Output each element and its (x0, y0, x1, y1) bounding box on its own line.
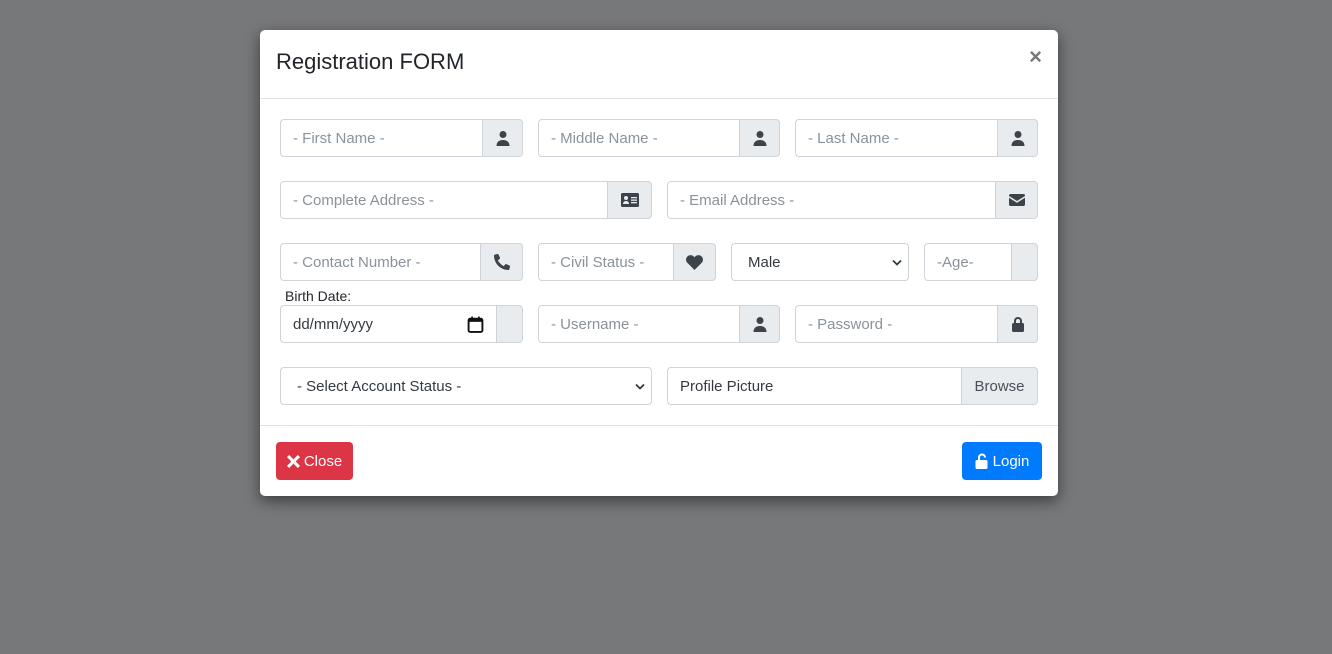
address-card-icon (608, 181, 652, 219)
email-group: - Email Address - (667, 181, 1038, 219)
envelope-icon (996, 181, 1038, 219)
password-input[interactable]: - Password - (795, 305, 998, 343)
last-name-input[interactable]: - Last Name - (795, 119, 998, 157)
contact-group: - Contact Number - (280, 243, 523, 281)
birth-date-group: dd/mm/yyyy (280, 305, 523, 343)
user-icon (998, 119, 1038, 157)
gender-select[interactable]: Male (731, 243, 909, 281)
last-name-group: - Last Name - (795, 119, 1038, 157)
civil-status-group: - Civil Status - (538, 243, 716, 281)
modal-title: Registration FORM (276, 49, 465, 74)
modal-body: - First Name - - Middle Name - - Last Na… (260, 99, 1058, 425)
registration-modal: Registration FORM × - First Name - - Mid… (260, 30, 1058, 496)
first-name-group: - First Name - (280, 119, 523, 157)
modal-header: Registration FORM × (260, 30, 1058, 99)
username-input[interactable]: - Username - (538, 305, 740, 343)
user-icon (740, 305, 780, 343)
address-input[interactable]: - Complete Address - (280, 181, 608, 219)
email-input[interactable]: - Email Address - (667, 181, 996, 219)
profile-picture-group[interactable]: Profile Picture Browse (667, 367, 1038, 405)
chevron-down-icon (635, 383, 645, 390)
birth-date-label: Birth Date: (285, 288, 352, 304)
profile-picture-input[interactable]: Profile Picture (667, 367, 962, 405)
user-icon (483, 119, 523, 157)
age-input[interactable]: -Age- (924, 243, 1012, 281)
user-icon (740, 119, 780, 157)
calendar-icon[interactable] (467, 316, 484, 333)
heart-icon (674, 243, 716, 281)
login-button-label: Login (992, 452, 1030, 470)
gender-value: Male (748, 253, 781, 271)
modal-footer: Close Login (260, 425, 1058, 497)
password-group: - Password - (795, 305, 1038, 343)
lock-icon (998, 305, 1038, 343)
close-button[interactable]: Close (276, 442, 353, 480)
middle-name-group: - Middle Name - (538, 119, 780, 157)
contact-input[interactable]: - Contact Number - (280, 243, 481, 281)
times-icon (286, 454, 300, 468)
birth-date-addon (497, 305, 523, 343)
login-button[interactable]: Login (962, 442, 1042, 480)
birth-date-input[interactable]: dd/mm/yyyy (280, 305, 497, 343)
phone-icon (481, 243, 523, 281)
civil-status-input[interactable]: - Civil Status - (538, 243, 674, 281)
chevron-down-icon (892, 259, 902, 266)
first-name-input[interactable]: - First Name - (280, 119, 483, 157)
close-icon[interactable]: × (1029, 46, 1042, 68)
address-group: - Complete Address - (280, 181, 652, 219)
age-group: -Age- (924, 243, 1038, 281)
close-button-label: Close (303, 452, 343, 470)
username-group: - Username - (538, 305, 780, 343)
browse-button[interactable]: Browse (962, 367, 1038, 405)
age-addon (1012, 243, 1038, 281)
middle-name-input[interactable]: - Middle Name - (538, 119, 740, 157)
account-status-value: - Select Account Status - (297, 377, 462, 395)
account-status-select[interactable]: - Select Account Status - (280, 367, 652, 405)
unlock-icon (975, 453, 988, 469)
birth-date-value: dd/mm/yyyy (293, 315, 374, 333)
